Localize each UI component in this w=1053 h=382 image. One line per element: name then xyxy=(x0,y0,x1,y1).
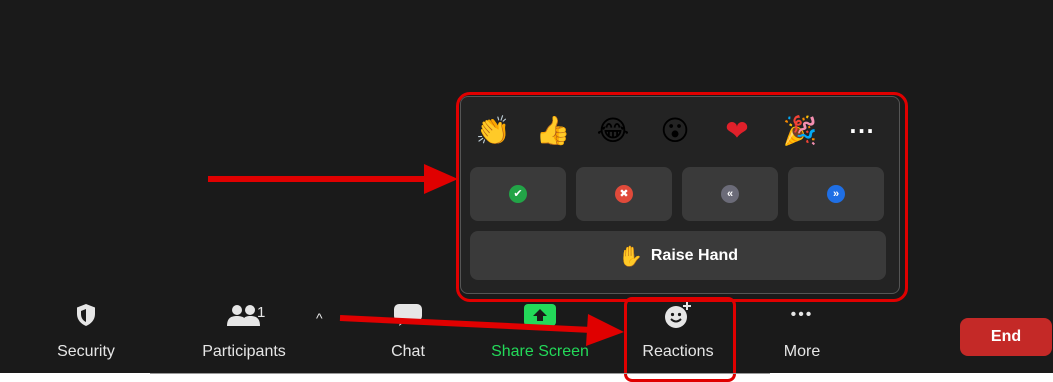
arrow-to-reactions xyxy=(339,314,624,346)
annotation-arrows xyxy=(208,164,624,346)
meeting-window: 👏 👍 😂 😮 ❤ 🎉 ··· ✔ ✖ « » ✋ Raise Hand Sec… xyxy=(0,0,1053,382)
arrow-to-popup xyxy=(208,164,458,194)
bottom-divider xyxy=(150,373,770,374)
